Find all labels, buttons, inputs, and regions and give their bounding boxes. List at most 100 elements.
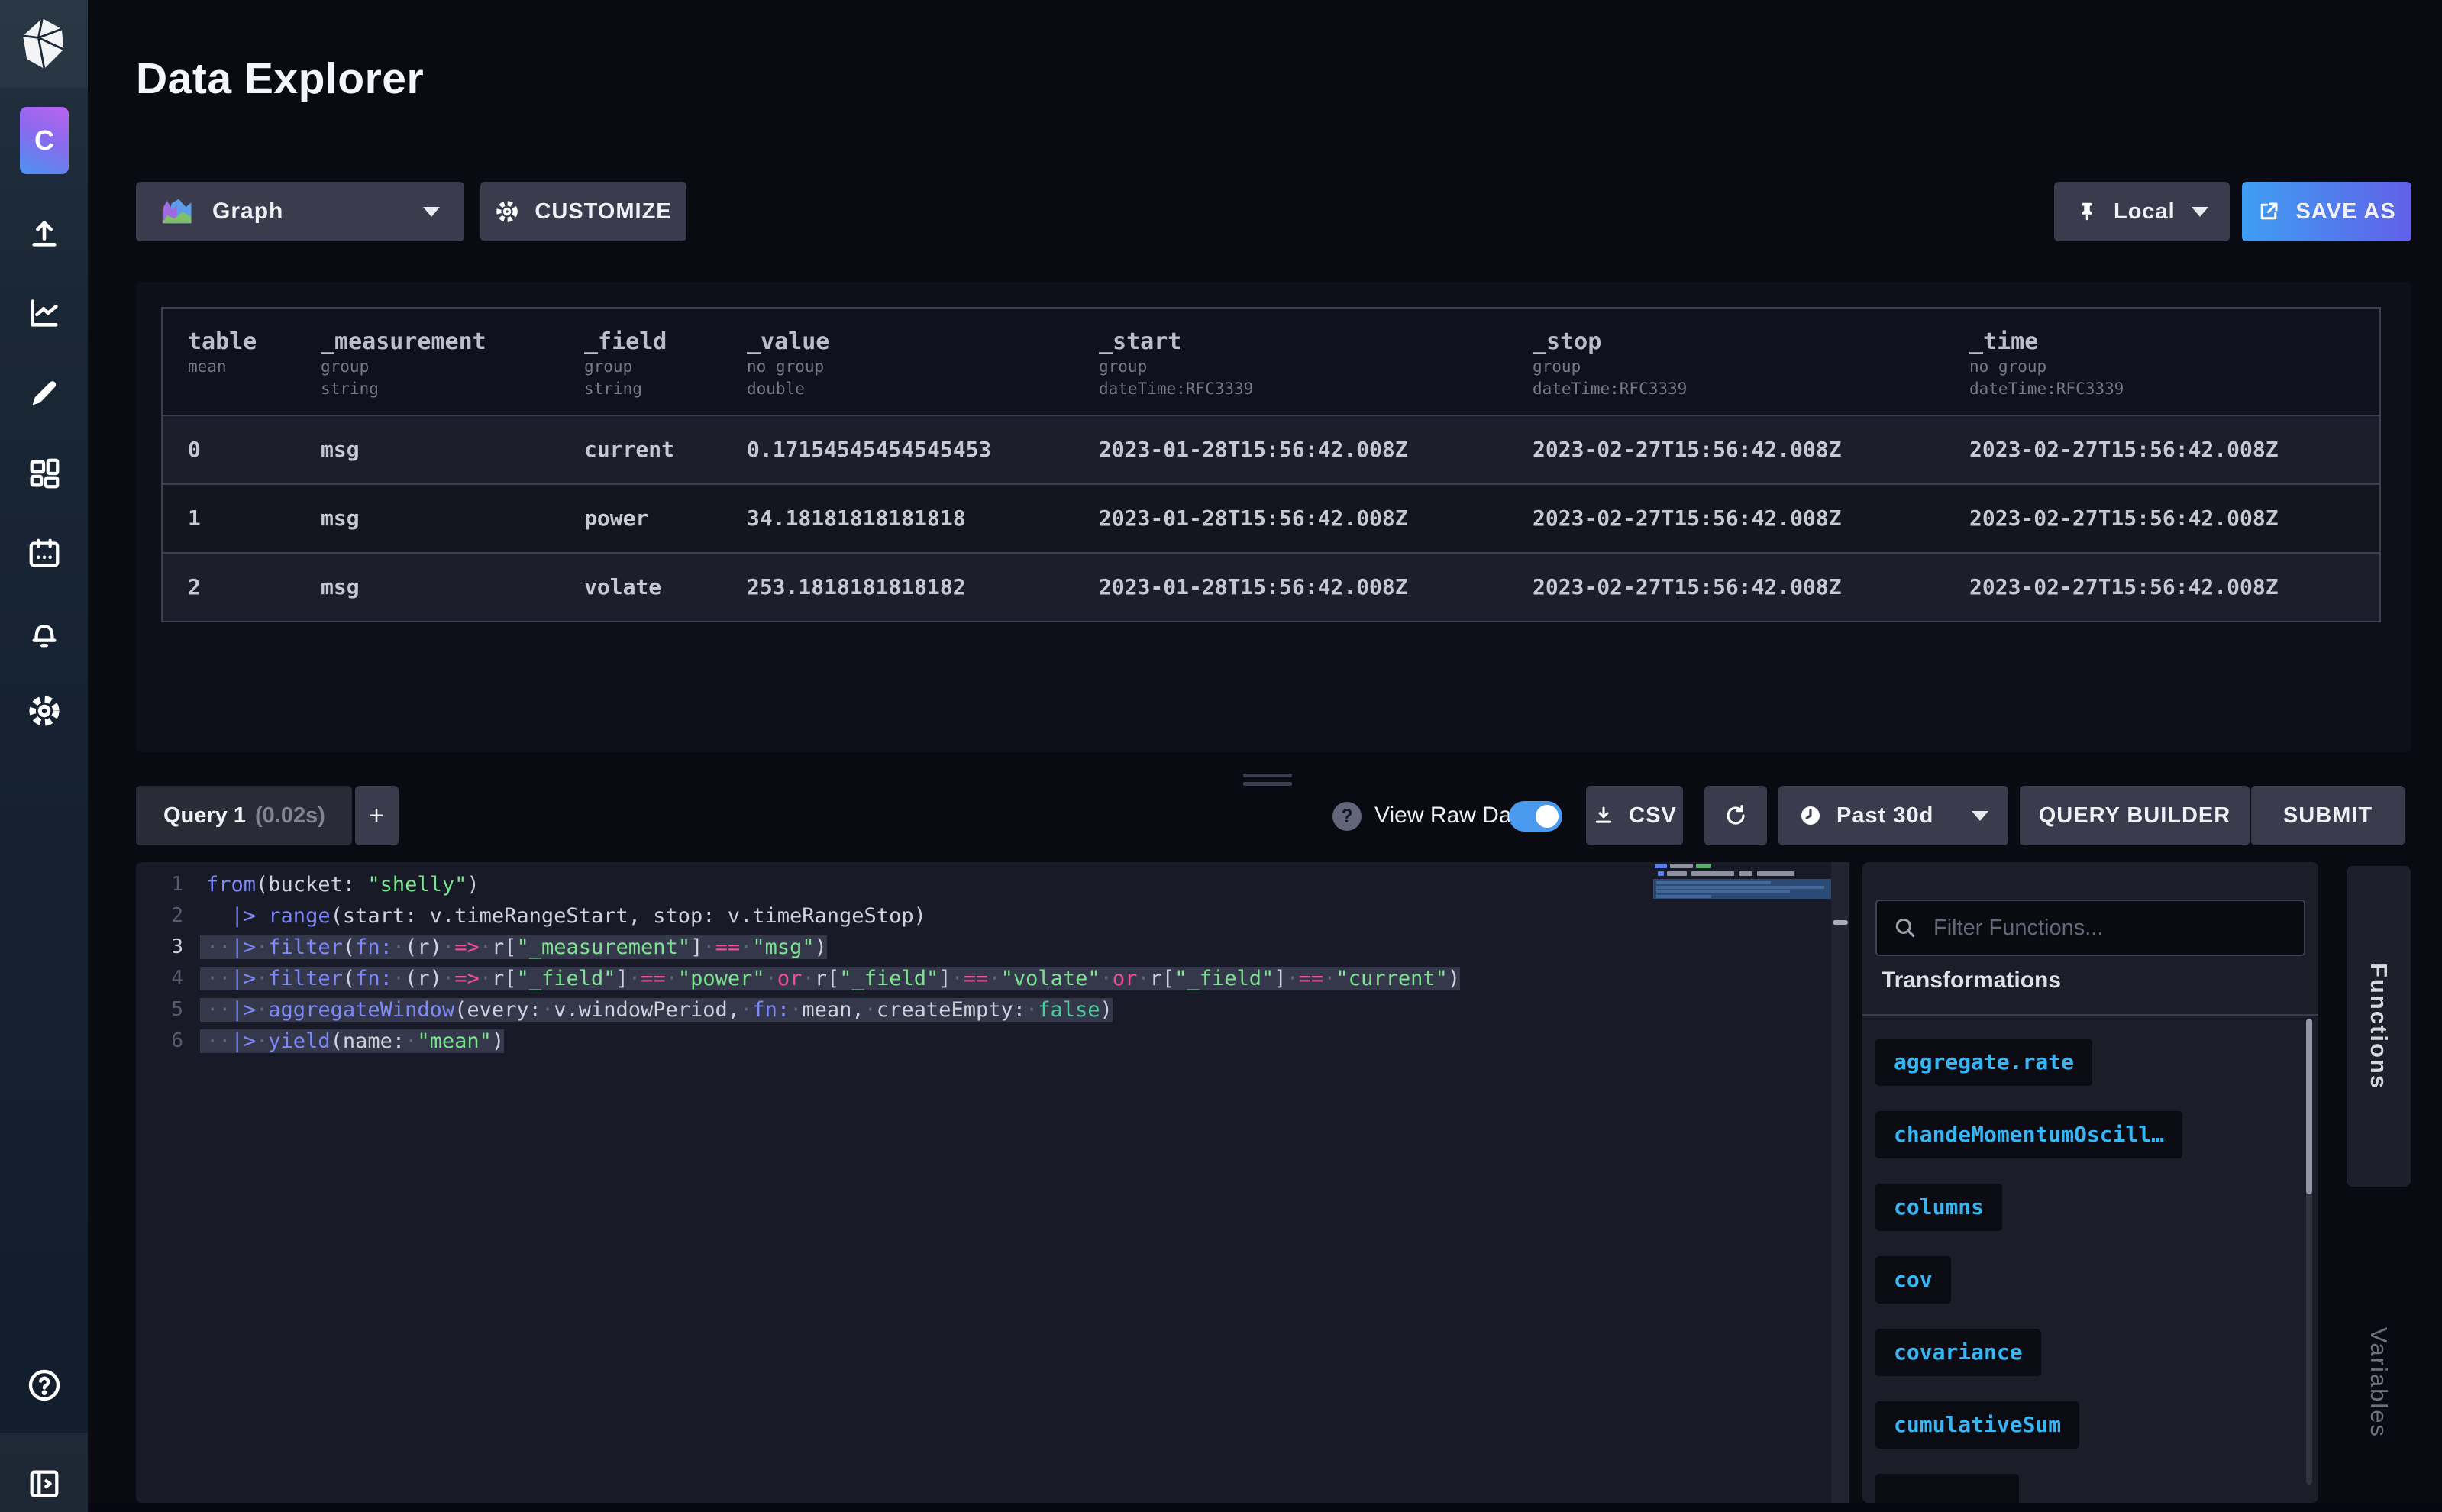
column-header-_stop[interactable]: _stopgroupdateTime:RFC3339 <box>1507 309 1944 415</box>
functions-scroll-thumb[interactable] <box>2306 1019 2312 1194</box>
area-chart-icon <box>160 196 197 227</box>
panel-drag-handle[interactable] <box>1243 782 1292 786</box>
dashboards-icon[interactable] <box>0 456 88 491</box>
column-header-_measurement[interactable]: _measurementgroupstring <box>296 309 559 415</box>
code-line[interactable]: 3··|>·filter(fn:·(r)·=>·r["_measurement"… <box>136 932 1653 963</box>
functions-panel: Transformations aggregate.ratechandeMome… <box>1862 862 2318 1503</box>
expand-icon[interactable] <box>0 1466 88 1501</box>
data-explorer-page: C <box>0 0 2442 1512</box>
code-line[interactable]: 6··|>·yield(name:·"mean") <box>136 1026 1653 1057</box>
settings-icon[interactable] <box>0 693 88 729</box>
local-label: Local <box>2114 199 2176 225</box>
chevron-down-icon <box>423 207 440 217</box>
column-header-_time[interactable]: _timeno groupdateTime:RFC3339 <box>1944 309 2379 415</box>
viz-type-label: Graph <box>212 199 283 225</box>
account-avatar[interactable]: C <box>20 107 69 174</box>
refresh-button[interactable] <box>1704 786 1767 845</box>
panel-collapse-handle[interactable] <box>1833 920 1848 925</box>
table-cell: 2023-02-27T15:56:42.008Z <box>1507 485 1944 552</box>
time-range-dropdown[interactable]: Past 30d <box>1778 786 2008 845</box>
table-cell: 2023-01-28T15:56:42.008Z <box>1074 416 1507 483</box>
clock-icon <box>1798 803 1823 828</box>
pin-icon <box>2075 200 2098 223</box>
customize-label: CUSTOMIZE <box>535 199 671 225</box>
toggle-knob <box>1536 805 1559 828</box>
code-line[interactable]: 4··|>·filter(fn:·(r)·=>·r["_field"]·==·"… <box>136 963 1653 994</box>
table-cell: 2023-02-27T15:56:42.008Z <box>1944 554 2379 621</box>
graphs-icon[interactable] <box>0 296 88 331</box>
customize-button[interactable]: CUSTOMIZE <box>480 182 686 241</box>
function-chip-cumulativeSum[interactable]: cumulativeSum <box>1875 1401 2079 1449</box>
flux-code-editor[interactable]: 1from(bucket: "shelly")2 |> range(start:… <box>136 862 1653 1503</box>
code-line[interactable]: 5··|>·aggregateWindow(every:·v.windowPer… <box>136 994 1653 1026</box>
panel-drag-handle[interactable] <box>1243 774 1292 777</box>
add-query-button[interactable]: + <box>355 786 399 845</box>
save-as-label: SAVE AS <box>2295 199 2395 225</box>
table-row: 1msgpower34.181818181818182023-01-28T15:… <box>163 483 2379 552</box>
chevron-down-icon <box>2192 207 2208 217</box>
table-cell: 0 <box>163 416 296 483</box>
query-builder-button[interactable]: QUERY BUILDER <box>2020 786 2250 845</box>
view-raw-data-label: View Raw Data <box>1374 786 1531 845</box>
function-chip-covariance[interactable]: covariance <box>1875 1329 2041 1376</box>
code-lines: 1from(bucket: "shelly")2 |> range(start:… <box>136 869 1653 1057</box>
help-icon[interactable] <box>0 1367 88 1404</box>
table-cell: msg <box>296 416 559 483</box>
line-number: 1 <box>136 869 183 900</box>
function-chip-columns[interactable]: columns <box>1875 1184 2002 1231</box>
time-range-label: Past 30d <box>1836 803 1933 829</box>
table-cell: 34.18181818181818 <box>722 485 1074 552</box>
function-chip-chandeMomentumOscill…[interactable]: chandeMomentumOscill… <box>1875 1111 2182 1158</box>
column-header-_field[interactable]: _fieldgroupstring <box>559 309 722 415</box>
table-cell: 2023-02-27T15:56:42.008Z <box>1507 416 1944 483</box>
query-tab-duration: (0.02s) <box>255 803 325 829</box>
sidebar: C <box>0 0 88 1512</box>
function-search-input[interactable] <box>1932 915 2289 942</box>
submit-button[interactable]: SUBMIT <box>2251 786 2405 845</box>
line-number: 2 <box>136 900 183 932</box>
table-cell: msg <box>296 554 559 621</box>
gear-icon <box>495 199 519 224</box>
visualization-type-dropdown[interactable]: Graph <box>136 182 464 241</box>
upload-icon[interactable] <box>0 215 88 250</box>
code-line[interactable]: 2 |> range(start: v.timeRangeStart, stop… <box>136 900 1653 932</box>
tab-variables[interactable]: Variables <box>2347 1291 2411 1474</box>
local-dropdown[interactable]: Local <box>2054 182 2230 241</box>
search-icon <box>1892 915 1918 941</box>
line-number: 5 <box>136 994 183 1026</box>
function-list: aggregate.rate chandeMomentumOscill… colum… <box>1862 1016 2318 1503</box>
table-cell: 2023-02-27T15:56:42.008Z <box>1507 554 1944 621</box>
edit-icon[interactable] <box>0 376 88 411</box>
raw-table-header: tablemean_measurementgroupstring_fieldgr… <box>163 309 2379 415</box>
submit-label: SUBMIT <box>2283 803 2373 829</box>
influxdb-logo[interactable] <box>0 18 88 69</box>
view-raw-data-toggle[interactable] <box>1509 801 1562 832</box>
editor-scrollbar[interactable] <box>1831 862 1849 1503</box>
table-cell: 2023-02-27T15:56:42.008Z <box>1944 416 2379 483</box>
column-header-_value[interactable]: _valueno groupdouble <box>722 309 1074 415</box>
page-title: Data Explorer <box>136 53 424 104</box>
table-cell: 2023-02-27T15:56:42.008Z <box>1944 485 2379 552</box>
csv-label: CSV <box>1629 803 1677 829</box>
table-cell: power <box>559 485 722 552</box>
column-header-_start[interactable]: _startgroupdateTime:RFC3339 <box>1074 309 1507 415</box>
tasks-icon[interactable] <box>0 536 88 571</box>
csv-download-button[interactable]: CSV <box>1586 786 1683 845</box>
function-chip-aggregate.rate[interactable]: aggregate.rate <box>1875 1039 2092 1086</box>
function-chip-partial[interactable] <box>1875 1474 2019 1503</box>
save-as-button[interactable]: SAVE AS <box>2242 182 2411 241</box>
alerts-icon[interactable] <box>0 615 88 651</box>
table-row: 0msgcurrent0.171545454545454532023-01-28… <box>163 415 2379 483</box>
function-chip-cov[interactable]: cov <box>1875 1256 1951 1304</box>
tab-functions[interactable]: Functions <box>2347 866 2411 1187</box>
table-cell: 2023-01-28T15:56:42.008Z <box>1074 554 1507 621</box>
query-tab[interactable]: Query 1 (0.02s) <box>136 786 352 845</box>
external-link-icon <box>2257 200 2280 223</box>
raw-table-body: 0msgcurrent0.171545454545454532023-01-28… <box>163 415 2379 621</box>
column-header-table[interactable]: tablemean <box>163 309 296 415</box>
help-tooltip-icon[interactable]: ? <box>1332 802 1362 831</box>
table-cell: msg <box>296 485 559 552</box>
code-line[interactable]: 1from(bucket: "shelly") <box>136 869 1653 900</box>
line-number: 6 <box>136 1026 183 1057</box>
editor-minimap[interactable] <box>1653 862 1831 1503</box>
